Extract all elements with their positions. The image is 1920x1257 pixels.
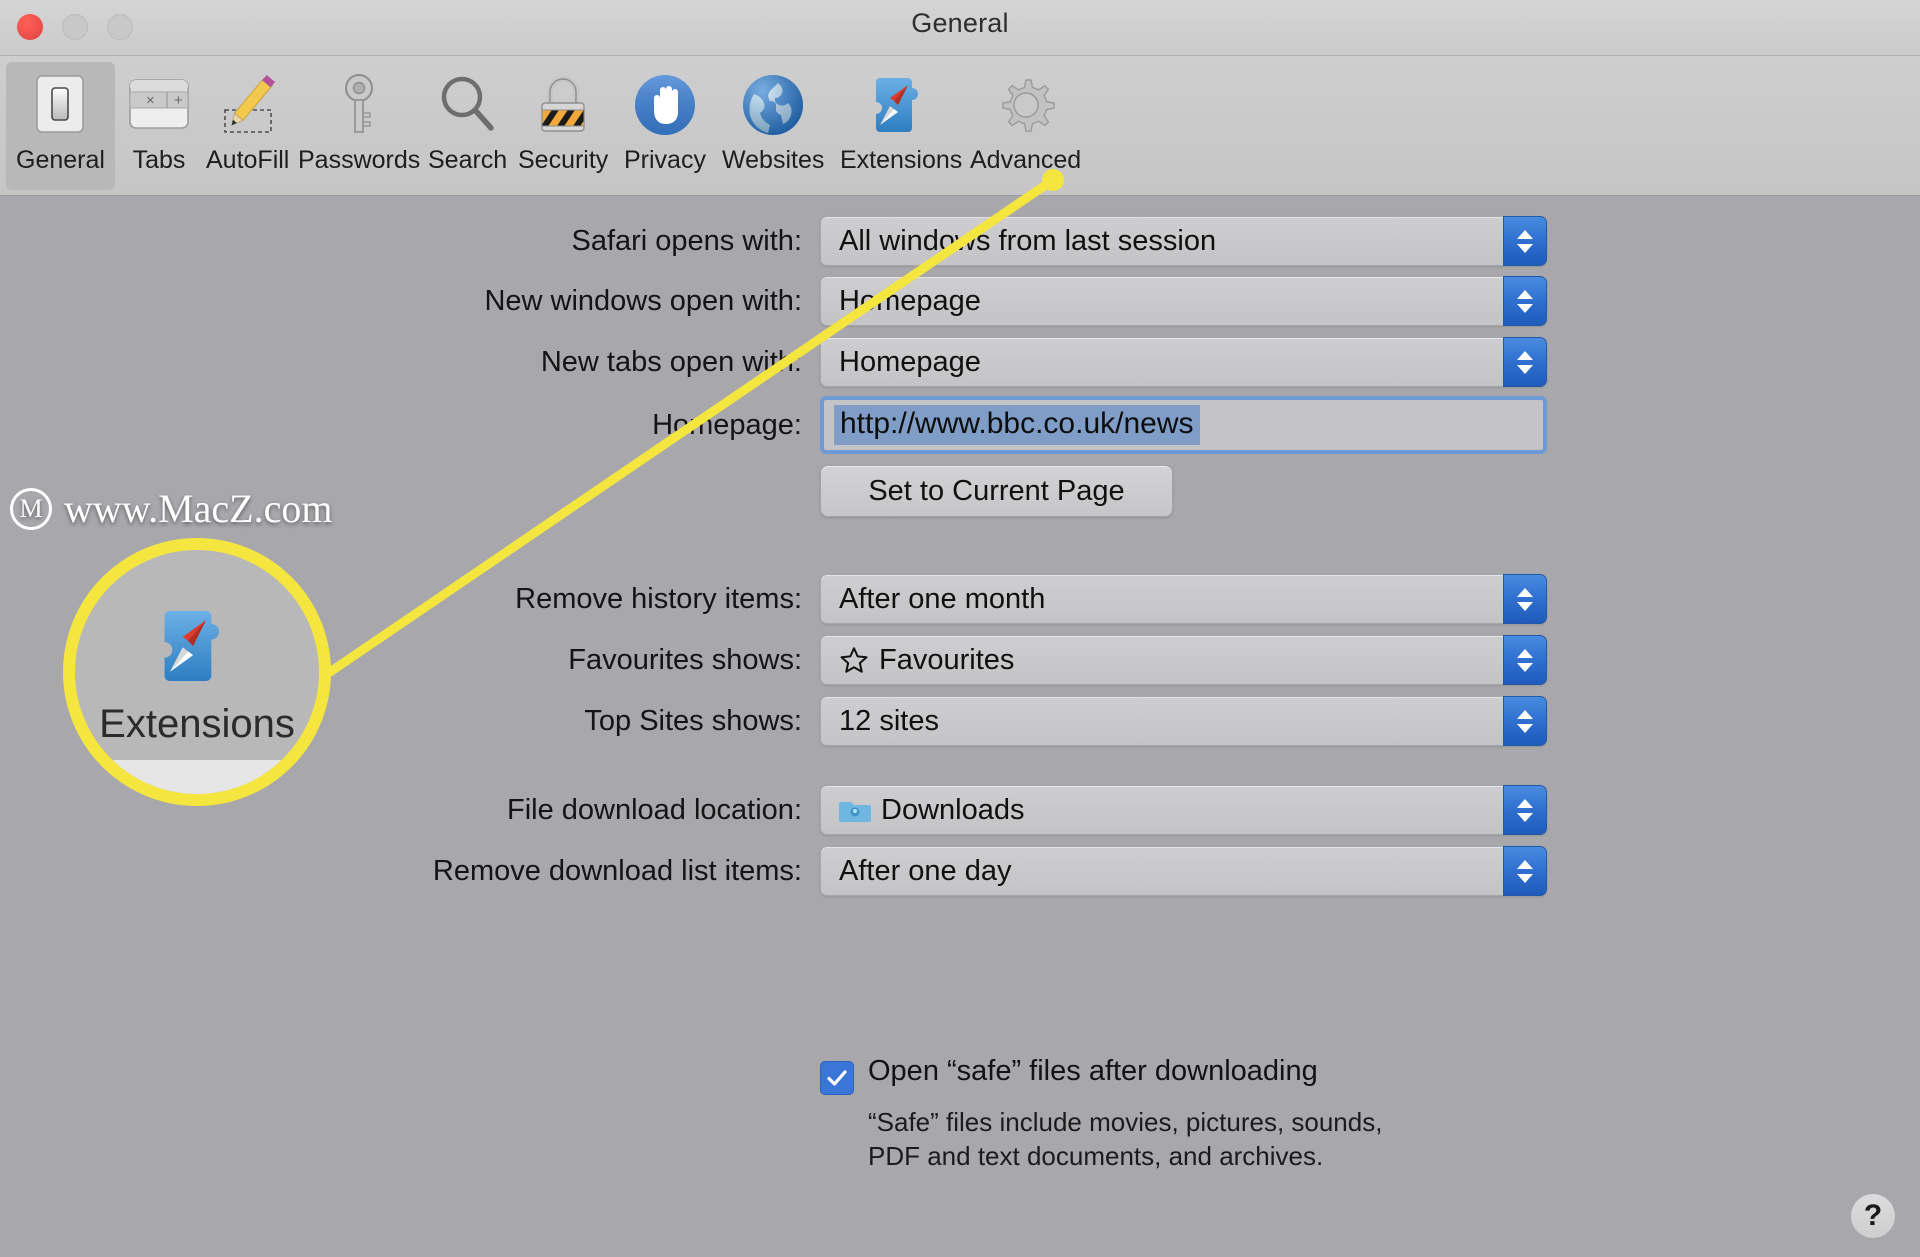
callout-bottom-bar: [75, 760, 319, 794]
toolbar-label-extensions: Extensions: [840, 146, 963, 174]
checkmark-icon: [827, 1070, 847, 1086]
gear-icon: [989, 68, 1063, 142]
row-safari-opens-with: Safari opens with: All windows from last…: [0, 216, 1920, 266]
toolbar-item-websites[interactable]: Websites: [712, 62, 834, 190]
star-icon: [840, 647, 868, 673]
open-safe-files-note: “Safe” files include movies, pictures, s…: [868, 1107, 1383, 1172]
toolbar-label-privacy: Privacy: [624, 146, 706, 174]
popup-remove-download-list-items[interactable]: After one day: [820, 846, 1547, 896]
window-titlebar: General: [0, 0, 1920, 56]
window-title: General: [911, 8, 1009, 38]
popup-favourites-shows[interactable]: Favourites: [820, 635, 1547, 685]
set-to-current-page-button[interactable]: Set to Current Page: [820, 465, 1173, 517]
toolbar-item-general[interactable]: General: [6, 62, 115, 190]
safari-preferences-window: General General × + Tabs AutoFill Passwo…: [0, 0, 1920, 1257]
value-remove-history-items: After one month: [839, 582, 1046, 615]
stepper-favourites-shows[interactable]: [1503, 635, 1547, 685]
popup-remove-history-items[interactable]: After one month: [820, 574, 1547, 624]
toolbar-item-security[interactable]: Security: [508, 62, 618, 190]
padlock-icon: [526, 68, 600, 142]
row-new-tabs-open-with: New tabs open with: Homepage: [0, 337, 1920, 387]
watermark: M www.MacZ.com: [10, 485, 332, 532]
label-new-tabs-open-with: New tabs open with:: [540, 345, 802, 378]
value-safari-opens-with: All windows from last session: [839, 224, 1217, 257]
callout-magnifier-extensions: Extensions: [63, 538, 331, 806]
open-safe-files-checkbox[interactable]: [820, 1061, 854, 1095]
stepper-new-windows-open-with[interactable]: [1503, 276, 1547, 326]
puzzle-compass-icon: [864, 68, 938, 142]
label-remove-download-list-items: Remove download list items:: [432, 854, 802, 887]
svg-text:×: ×: [146, 92, 155, 109]
toolbar-item-privacy[interactable]: Privacy: [614, 62, 716, 190]
label-safari-opens-with: Safari opens with:: [571, 224, 802, 257]
label-new-windows-open-with: New windows open with:: [484, 284, 802, 317]
stepper-new-tabs-open-with[interactable]: [1503, 337, 1547, 387]
stepper-top-sites-shows[interactable]: [1503, 696, 1547, 746]
popup-file-download-location[interactable]: Downloads: [820, 785, 1547, 835]
value-top-sites-shows: 12 sites: [839, 704, 939, 737]
toolbar-item-tabs[interactable]: × + Tabs: [112, 62, 206, 190]
row-new-windows-open-with: New windows open with: Homepage: [0, 276, 1920, 326]
puzzle-compass-icon: [164, 610, 220, 681]
popup-new-tabs-open-with[interactable]: Homepage: [820, 337, 1547, 387]
toolbar-item-advanced[interactable]: Advanced: [960, 62, 1091, 190]
stepper-remove-history-items[interactable]: [1503, 574, 1547, 624]
value-new-tabs-open-with: Homepage: [839, 345, 981, 378]
key-icon: [322, 68, 396, 142]
toolbar-item-extensions[interactable]: Extensions: [830, 62, 972, 190]
toolbar-item-passwords[interactable]: Passwords: [288, 62, 430, 190]
help-button[interactable]: ?: [1850, 1193, 1896, 1239]
magnifier-icon: [431, 68, 505, 142]
toolbar-label-autofill: AutoFill: [206, 146, 290, 174]
pencil-icon: [211, 68, 285, 142]
toolbar-label-security: Security: [518, 146, 609, 174]
globe-icon: [736, 68, 810, 142]
open-safe-files-checkbox-row[interactable]: Open “safe” files after downloading: [820, 1055, 1318, 1095]
value-favourites-shows: Favourites: [879, 643, 1015, 676]
row-homepage: Homepage: http://www.bbc.co.uk/news: [0, 396, 1920, 454]
general-switch-icon: [23, 68, 97, 142]
folder-icon: [839, 802, 871, 822]
toolbar-label-search: Search: [428, 146, 508, 174]
toolbar-label-tabs: Tabs: [132, 146, 186, 174]
value-file-download-location: Downloads: [881, 793, 1025, 826]
toolbar-item-search[interactable]: Search: [418, 62, 517, 190]
row-remove-download-list-items: Remove download list items: After one da…: [0, 846, 1920, 896]
stepper-remove-download-list-items[interactable]: [1503, 846, 1547, 896]
callout-label: Extensions: [99, 701, 295, 746]
stepper-safari-opens-with[interactable]: [1503, 216, 1547, 266]
label-file-download-location: File download location:: [506, 793, 802, 826]
value-remove-download-list-items: After one day: [839, 854, 1012, 887]
open-safe-files-label: Open “safe” files after downloading: [868, 1055, 1318, 1087]
preferences-toolbar: General × + Tabs AutoFill Passwords Sear…: [0, 56, 1920, 196]
popup-top-sites-shows[interactable]: 12 sites: [820, 696, 1547, 746]
toolbar-label-advanced: Advanced: [970, 146, 1082, 174]
svg-text:+: +: [174, 92, 183, 109]
popup-safari-opens-with[interactable]: All windows from last session: [820, 216, 1547, 266]
watermark-logo-icon: M: [10, 487, 52, 530]
label-homepage: Homepage:: [652, 408, 802, 441]
stepper-file-download-location[interactable]: [1503, 785, 1547, 835]
hand-icon: [628, 68, 702, 142]
toolbar-label-general: General: [16, 146, 105, 174]
toolbar-label-passwords: Passwords: [298, 146, 421, 174]
watermark-text: www.MacZ.com: [64, 486, 333, 531]
popup-new-windows-open-with[interactable]: Homepage: [820, 276, 1547, 326]
tabs-icon: × +: [122, 68, 196, 142]
toolbar-item-autofill[interactable]: AutoFill: [196, 62, 299, 190]
homepage-input[interactable]: http://www.bbc.co.uk/news: [820, 396, 1547, 454]
homepage-input-value: http://www.bbc.co.uk/news: [834, 405, 1200, 445]
value-new-windows-open-with: Homepage: [839, 284, 981, 317]
toolbar-label-websites: Websites: [722, 146, 825, 174]
